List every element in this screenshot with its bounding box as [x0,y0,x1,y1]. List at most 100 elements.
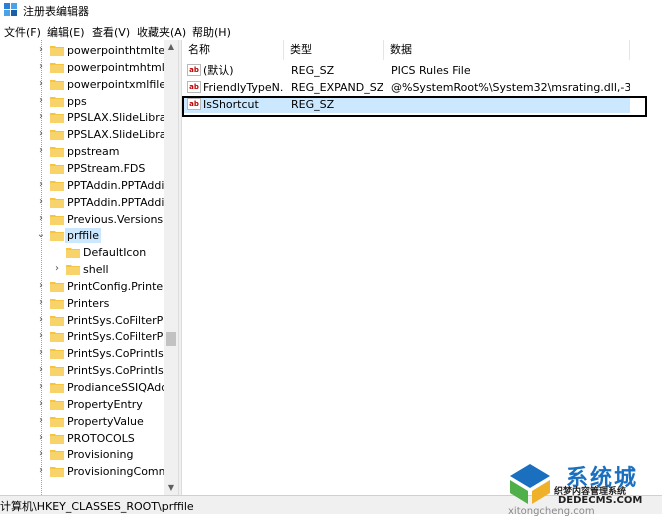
chevron-right-icon[interactable]: › [36,44,46,56]
scroll-down-arrow-icon[interactable]: ▼ [164,481,178,495]
scroll-up-arrow-icon[interactable]: ▲ [164,40,178,54]
column-header-data[interactable]: 数据 [384,40,630,60]
column-header-name[interactable]: 名称 [182,40,284,60]
chevron-right-icon[interactable]: › [36,364,46,376]
folder-icon [50,450,64,461]
tree-item[interactable]: › PrintSys.CoFilterPipe [0,312,178,329]
value-data: PICS Rules File [391,64,471,77]
chevron-right-icon[interactable]: › [36,196,46,208]
value-row[interactable]: ab (默认) REG_SZ PICS Rules File [182,62,630,79]
folder-icon [50,79,64,90]
tree-item[interactable]: › ProdianceSSIQAddI [0,379,171,396]
tree-item-label: DefaultIcon [83,246,147,260]
tree-item[interactable]: › ProvisioningComma [0,463,176,480]
folder-icon [50,62,64,73]
tree-item[interactable]: › PPTAddin.PPTAddin [0,177,171,194]
chevron-down-icon[interactable]: ⌄ [36,229,46,241]
chevron-right-icon[interactable]: › [36,179,46,191]
folder-icon [50,349,64,360]
watermark-domain: DEDECMS.COM [558,495,643,506]
tree-item[interactable]: › shell [0,261,164,278]
tree-item-label: ProdianceSSIQAddI [67,381,172,394]
tree-item-label: PPSLAX.SlideLibrary [67,128,178,142]
chevron-right-icon[interactable]: › [36,111,46,123]
folder-icon [66,265,80,276]
tree-item[interactable]: › Provisioning [0,446,164,463]
tree-item-label: PPTAddin.PPTAddin [67,178,172,192]
string-value-icon: ab [187,64,201,76]
menu-help[interactable]: 帮助(H) [192,24,231,40]
tree-scrollbar[interactable]: ▲ ▼ [164,40,178,495]
tree-item[interactable]: › PPTAddin.PPTAddin [0,194,171,211]
tree-item-label: PPTAddin.PPTAddin [67,195,172,209]
folder-icon [50,231,64,242]
chevron-right-icon[interactable]: › [36,145,46,157]
tree-item[interactable]: › PropertyEntry [0,396,164,413]
tree-item-label: Printers [67,296,110,310]
chevron-right-icon[interactable]: › [36,128,46,140]
tree-item[interactable]: › PPSLAX.SlideLibrary [0,126,178,143]
tree-item[interactable]: › PROTOCOLS [0,430,164,447]
value-type: REG_EXPAND_SZ [291,81,383,95]
tree-item-label: PrintSys.CoFilterPipe [67,330,178,344]
chevron-right-icon[interactable]: › [36,432,46,444]
tree-item[interactable]: › powerpointxmlfile [0,76,166,93]
menu-file[interactable]: 文件(F) [4,24,41,40]
tree-item[interactable]: › powerpointhtmltem [0,42,176,59]
key-tree[interactable]: › powerpointhtmltem › powerpointmhtmlfil › po… [0,40,178,495]
tree-item-label: PrintSys.CoPrintIsola [67,364,178,378]
value-name: (默认) [203,64,234,77]
folder-icon [50,399,64,410]
tree-item[interactable]: › PPSLAX.SlideLibrary [0,109,178,126]
chevron-right-icon[interactable]: › [36,95,46,107]
chevron-right-icon[interactable]: › [36,398,46,410]
tree-item[interactable]: › powerpointmhtmlfil [0,59,175,76]
folder-icon [50,298,64,309]
tree-item[interactable]: PPStream.FDS [0,160,164,177]
chevron-right-icon[interactable]: › [36,347,46,359]
value-row[interactable]: ab FriendlyTypeN... REG_EXPAND_SZ @%SystemR… [182,79,630,96]
chevron-right-icon[interactable]: › [36,280,46,292]
chevron-right-icon[interactable]: › [36,78,46,90]
tree-item-label: PPStream.FDS [67,161,146,175]
chevron-right-icon[interactable]: › [36,330,46,342]
menu-favorites[interactable]: 收藏夹(A) [137,24,186,40]
chevron-right-icon[interactable]: › [36,314,46,326]
window-title: 注册表编辑器 [23,5,89,18]
tree-item[interactable]: › PropertyValue [0,413,164,430]
registry-editor-icon [4,3,17,16]
tree-item[interactable]: › PrintConfig.PrinterE [0,278,175,295]
tree-item-label: PrintSys.CoFilterPipe [67,313,178,327]
folder-icon [50,315,64,326]
tree-item[interactable]: › PrintSys.CoPrintIsola [0,345,178,362]
chevron-right-icon[interactable]: › [36,415,46,427]
tree-item[interactable]: › ppstream [0,143,164,160]
folder-icon [50,130,64,141]
tree-item[interactable]: DefaultIcon [0,244,164,261]
folder-icon [50,46,64,56]
chevron-right-icon[interactable]: › [36,381,46,393]
folder-icon [50,383,64,393]
tree-item[interactable]: › PrintSys.CoPrintIsola [0,362,178,379]
chevron-right-icon[interactable]: › [36,465,46,477]
chevron-right-icon[interactable]: › [36,61,46,73]
tree-item-label: PropertyValue [67,414,144,428]
chevron-right-icon[interactable]: › [36,448,46,460]
tree-item[interactable]: ⌄ prffile [0,227,164,244]
tree-item[interactable]: › pps [0,93,164,110]
value-data: @%SystemRoot%\System32\msrating.dll,-300… [391,81,630,95]
chevron-right-icon[interactable]: › [36,213,46,225]
tree-item[interactable]: › Printers [0,295,164,312]
menu-view[interactable]: 查看(V) [92,24,130,40]
folder-icon [50,147,64,158]
tree-item[interactable]: › Previous.Versions [0,211,164,228]
column-header-type[interactable]: 类型 [284,40,384,60]
menu-edit[interactable]: 编辑(E) [47,24,85,40]
tree-item-label: PropertyEntry [67,397,143,411]
chevron-right-icon[interactable]: › [52,263,62,275]
tree-item-label: ppstream [67,145,120,159]
scroll-thumb[interactable] [166,332,176,346]
tree-item-label: prffile [65,228,101,244]
tree-item[interactable]: › PrintSys.CoFilterPipe [0,328,178,345]
chevron-right-icon[interactable]: › [36,297,46,309]
